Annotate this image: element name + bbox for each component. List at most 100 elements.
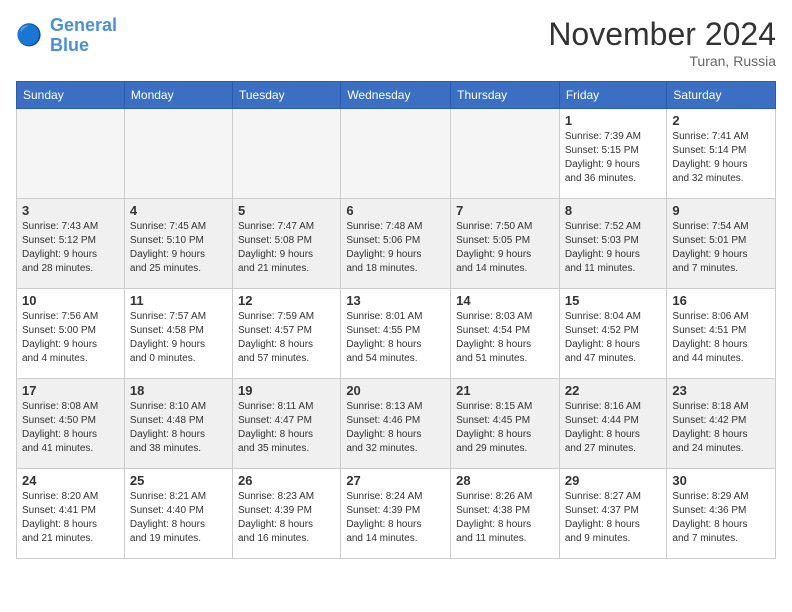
day-header-friday: Friday: [559, 82, 667, 109]
calendar-week-row: 10 Sunrise: 7:56 AM Sunset: 5:00 PM Dayli…: [17, 289, 776, 379]
day-info: Sunrise: 8:15 AM Sunset: 4:45 PM Dayligh…: [456, 400, 554, 456]
day-number: 18: [130, 383, 227, 398]
day-number: 24: [22, 473, 119, 488]
day-cell: 30 Sunrise: 8:29 AM Sunset: 4:36 PM Dayli…: [667, 469, 776, 559]
day-number: 17: [22, 383, 119, 398]
day-info: Sunrise: 8:16 AM Sunset: 4:44 PM Dayligh…: [565, 400, 662, 456]
day-cell: 14 Sunrise: 8:03 AM Sunset: 4:54 PM Dayli…: [451, 289, 560, 379]
day-info: Sunrise: 8:06 AM Sunset: 4:51 PM Dayligh…: [672, 310, 770, 366]
day-cell: 21 Sunrise: 8:15 AM Sunset: 4:45 PM Dayli…: [451, 379, 560, 469]
day-info: Sunrise: 8:21 AM Sunset: 4:40 PM Dayligh…: [130, 490, 227, 546]
day-info: Sunrise: 7:56 AM Sunset: 5:00 PM Dayligh…: [22, 310, 119, 366]
day-info: Sunrise: 8:08 AM Sunset: 4:50 PM Dayligh…: [22, 400, 119, 456]
day-info: Sunrise: 7:48 AM Sunset: 5:06 PM Dayligh…: [346, 220, 445, 276]
day-cell: 13 Sunrise: 8:01 AM Sunset: 4:55 PM Dayli…: [341, 289, 451, 379]
day-info: Sunrise: 7:52 AM Sunset: 5:03 PM Dayligh…: [565, 220, 662, 276]
day-number: 4: [130, 203, 227, 218]
day-cell: 24 Sunrise: 8:20 AM Sunset: 4:41 PM Dayli…: [17, 469, 125, 559]
calendar-week-row: 1 Sunrise: 7:39 AM Sunset: 5:15 PM Daylig…: [17, 109, 776, 199]
day-info: Sunrise: 8:23 AM Sunset: 4:39 PM Dayligh…: [238, 490, 335, 546]
day-number: 30: [672, 473, 770, 488]
day-info: Sunrise: 7:54 AM Sunset: 5:01 PM Dayligh…: [672, 220, 770, 276]
day-number: 22: [565, 383, 662, 398]
day-cell: 27Sunrise: 8:24 AM Sunset: 4:39 PM Dayli…: [341, 469, 451, 559]
day-cell: 20Sunrise: 8:13 AM Sunset: 4:46 PM Dayli…: [341, 379, 451, 469]
day-info: Sunrise: 8:13 AM Sunset: 4:46 PM Dayligh…: [346, 400, 445, 456]
day-info: Sunrise: 7:45 AM Sunset: 5:10 PM Dayligh…: [130, 220, 227, 276]
empty-day-cell: [124, 109, 232, 199]
day-number: 14: [456, 293, 554, 308]
day-info: Sunrise: 8:27 AM Sunset: 4:37 PM Dayligh…: [565, 490, 662, 546]
day-number: 15: [565, 293, 662, 308]
day-number: 28: [456, 473, 554, 488]
day-number: 9: [672, 203, 770, 218]
day-header-monday: Monday: [124, 82, 232, 109]
day-cell: 9 Sunrise: 7:54 AM Sunset: 5:01 PM Daylig…: [667, 199, 776, 289]
day-info: Sunrise: 8:04 AM Sunset: 4:52 PM Dayligh…: [565, 310, 662, 366]
day-number: 10: [22, 293, 119, 308]
day-cell: 1 Sunrise: 7:39 AM Sunset: 5:15 PM Daylig…: [559, 109, 667, 199]
day-number: 7: [456, 203, 554, 218]
day-cell: 3Sunrise: 7:43 AM Sunset: 5:12 PM Daylig…: [17, 199, 125, 289]
day-info: Sunrise: 7:57 AM Sunset: 4:58 PM Dayligh…: [130, 310, 227, 366]
day-number: 6: [346, 203, 445, 218]
day-header-thursday: Thursday: [451, 82, 560, 109]
day-cell: 16 Sunrise: 8:06 AM Sunset: 4:51 PM Dayli…: [667, 289, 776, 379]
day-cell: 6 Sunrise: 7:48 AM Sunset: 5:06 PM Daylig…: [341, 199, 451, 289]
day-info: Sunrise: 7:39 AM Sunset: 5:15 PM Dayligh…: [565, 130, 662, 186]
day-number: 8: [565, 203, 662, 218]
day-number: 27: [346, 473, 445, 488]
day-info: Sunrise: 8:29 AM Sunset: 4:36 PM Dayligh…: [672, 490, 770, 546]
day-cell: 8 Sunrise: 7:52 AM Sunset: 5:03 PM Daylig…: [559, 199, 667, 289]
day-cell: 12Sunrise: 7:59 AM Sunset: 4:57 PM Dayli…: [232, 289, 340, 379]
day-cell: 25 Sunrise: 8:21 AM Sunset: 4:40 PM Dayli…: [124, 469, 232, 559]
day-number: 25: [130, 473, 227, 488]
calendar-week-row: 3Sunrise: 7:43 AM Sunset: 5:12 PM Daylig…: [17, 199, 776, 289]
day-info: Sunrise: 8:03 AM Sunset: 4:54 PM Dayligh…: [456, 310, 554, 366]
day-info: Sunrise: 8:26 AM Sunset: 4:38 PM Dayligh…: [456, 490, 554, 546]
day-header-sunday: Sunday: [17, 82, 125, 109]
day-number: 21: [456, 383, 554, 398]
day-cell: 5Sunrise: 7:47 AM Sunset: 5:08 PM Daylig…: [232, 199, 340, 289]
day-number: 26: [238, 473, 335, 488]
day-info: Sunrise: 8:18 AM Sunset: 4:42 PM Dayligh…: [672, 400, 770, 456]
month-title: November 2024: [548, 16, 776, 53]
day-info: Sunrise: 8:11 AM Sunset: 4:47 PM Dayligh…: [238, 400, 335, 456]
day-cell: 22 Sunrise: 8:16 AM Sunset: 4:44 PM Dayli…: [559, 379, 667, 469]
day-info: Sunrise: 8:10 AM Sunset: 4:48 PM Dayligh…: [130, 400, 227, 456]
day-header-saturday: Saturday: [667, 82, 776, 109]
day-cell: 10 Sunrise: 7:56 AM Sunset: 5:00 PM Dayli…: [17, 289, 125, 379]
day-number: 19: [238, 383, 335, 398]
day-number: 29: [565, 473, 662, 488]
day-number: 1: [565, 113, 662, 128]
location: Turan, Russia: [548, 53, 776, 69]
logo: 🔵 General Blue: [16, 16, 117, 56]
logo-icon: 🔵: [16, 21, 46, 51]
day-cell: 23 Sunrise: 8:18 AM Sunset: 4:42 PM Dayli…: [667, 379, 776, 469]
day-info: Sunrise: 7:43 AM Sunset: 5:12 PM Dayligh…: [22, 220, 119, 276]
day-number: 16: [672, 293, 770, 308]
day-number: 13: [346, 293, 445, 308]
empty-day-cell: [451, 109, 560, 199]
day-info: Sunrise: 8:20 AM Sunset: 4:41 PM Dayligh…: [22, 490, 119, 546]
day-cell: 2Sunrise: 7:41 AM Sunset: 5:14 PM Daylig…: [667, 109, 776, 199]
day-cell: 17 Sunrise: 8:08 AM Sunset: 4:50 PM Dayli…: [17, 379, 125, 469]
day-number: 5: [238, 203, 335, 218]
calendar-week-row: 24 Sunrise: 8:20 AM Sunset: 4:41 PM Dayli…: [17, 469, 776, 559]
empty-day-cell: [17, 109, 125, 199]
day-info: Sunrise: 8:01 AM Sunset: 4:55 PM Dayligh…: [346, 310, 445, 366]
day-cell: 26 Sunrise: 8:23 AM Sunset: 4:39 PM Dayli…: [232, 469, 340, 559]
logo-text: General Blue: [50, 16, 117, 56]
day-info: Sunrise: 7:41 AM Sunset: 5:14 PM Dayligh…: [672, 130, 770, 186]
day-cell: 18 Sunrise: 8:10 AM Sunset: 4:48 PM Dayli…: [124, 379, 232, 469]
day-number: 11: [130, 293, 227, 308]
empty-day-cell: [232, 109, 340, 199]
svg-text:🔵: 🔵: [16, 22, 42, 47]
day-cell: 28 Sunrise: 8:26 AM Sunset: 4:38 PM Dayli…: [451, 469, 560, 559]
day-info: Sunrise: 7:50 AM Sunset: 5:05 PM Dayligh…: [456, 220, 554, 276]
day-header-tuesday: Tuesday: [232, 82, 340, 109]
day-number: 23: [672, 383, 770, 398]
calendar-week-row: 17 Sunrise: 8:08 AM Sunset: 4:50 PM Dayli…: [17, 379, 776, 469]
page-header: 🔵 General Blue November 2024 Turan, Russ…: [16, 16, 776, 69]
empty-day-cell: [341, 109, 451, 199]
